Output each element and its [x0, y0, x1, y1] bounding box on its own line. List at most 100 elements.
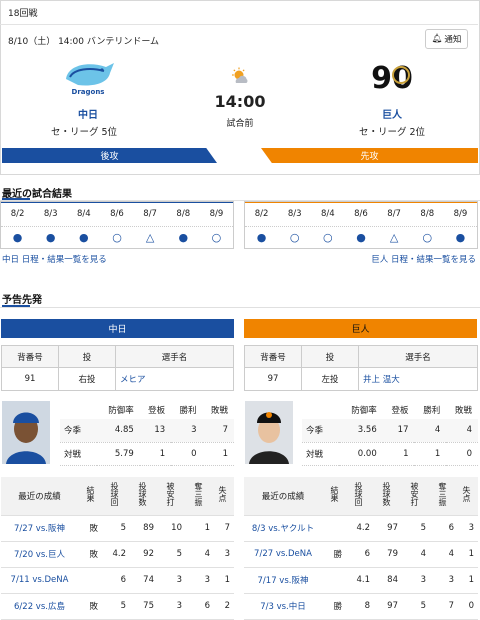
- bell-icon: 🔔︎: [431, 34, 443, 44]
- game-hits: 4: [402, 541, 430, 568]
- result-mark[interactable]: △: [378, 227, 411, 249]
- stat-header: 登板: [391, 406, 409, 416]
- stat-header: 勝利: [423, 406, 441, 416]
- result-mark[interactable]: ●: [34, 227, 67, 249]
- game-runs: 0: [458, 593, 478, 620]
- result-date: 8/3: [287, 209, 302, 219]
- games-header: 奪三振: [194, 482, 203, 507]
- result-mark[interactable]: ●: [245, 227, 278, 249]
- pitcher-throw: 右投: [58, 367, 116, 391]
- pitcher-number: 91: [1, 367, 59, 391]
- home-pitcher-photo[interactable]: [2, 401, 50, 464]
- home-pitcher-name-link[interactable]: メヒア: [120, 375, 146, 385]
- game-runs: 1: [214, 567, 234, 594]
- away-schedule-link[interactable]: 巨人 日程・結果一覧を見る: [371, 253, 476, 265]
- home-result-marks: ● ● ● ○ △ ● ○: [1, 227, 233, 249]
- stat-wins: 1: [414, 442, 447, 466]
- game-pitches: 97: [374, 593, 402, 620]
- game-pitches: 97: [374, 515, 402, 542]
- games-header: 投球回: [110, 482, 119, 507]
- stat-header: 登板: [148, 406, 166, 416]
- game-hits: 5: [402, 515, 430, 542]
- round-label: 18回戦: [8, 9, 38, 19]
- game-hits: 3: [158, 567, 186, 594]
- game-link[interactable]: 6/22 vs.広島: [14, 602, 65, 612]
- home-season-stats: 防御率 登板 勝利 敗戦 今季 4.85 13 3 7 対戦 5.79 1 0 1: [60, 401, 234, 466]
- result-mark[interactable]: ○: [100, 227, 133, 249]
- header-divider: [0, 24, 478, 25]
- result-date: 8/2: [254, 209, 269, 219]
- game-ip: 5: [102, 593, 130, 620]
- games-header: 結果: [330, 486, 339, 503]
- away-pitcher-name-link[interactable]: 井上 温大: [363, 375, 400, 385]
- game-result: 敗: [82, 515, 102, 542]
- game-strikeouts: 6: [430, 515, 458, 542]
- stat-header: 防御率: [108, 406, 134, 416]
- game-strikeouts: 1: [186, 515, 214, 542]
- games-header: 被安打: [410, 482, 419, 507]
- home-pitcher-team: 中日: [108, 325, 127, 335]
- game-ip: 4.2: [346, 515, 374, 542]
- game-strikeouts: 3: [186, 567, 214, 594]
- giants-logo[interactable]: 90: [368, 58, 416, 96]
- game-link[interactable]: 7/27 vs.DeNA: [254, 549, 312, 559]
- game-runs: 1: [458, 541, 478, 568]
- stat-games: 13: [139, 419, 172, 443]
- home-team-name[interactable]: 中日: [58, 106, 118, 121]
- game-link[interactable]: 7/20 vs.巨人: [14, 550, 65, 560]
- game-link[interactable]: 7/11 vs.DeNA: [11, 575, 69, 585]
- weather-icon: [229, 67, 251, 85]
- dragons-logo[interactable]: Dragons: [58, 57, 118, 97]
- game-link[interactable]: 7/27 vs.阪神: [14, 524, 65, 534]
- game-runs: 3: [214, 541, 234, 568]
- result-mark[interactable]: ○: [411, 227, 444, 249]
- result-mark[interactable]: ●: [67, 227, 100, 249]
- game-link[interactable]: 7/17 vs.阪神: [258, 576, 309, 586]
- game-result: [82, 567, 102, 594]
- result-mark[interactable]: ○: [278, 227, 311, 249]
- stat-row-label: 対戦: [60, 442, 97, 466]
- result-date: 8/9: [453, 209, 468, 219]
- away-recent-games: 最近の成績 結果 投球回 投球数 被安打 奪三振 失点 8/3 vs.ヤクルト 4…: [244, 477, 478, 620]
- away-team-rank: セ・リーグ 2位: [358, 127, 426, 138]
- result-mark[interactable]: ●: [167, 227, 200, 249]
- game-link[interactable]: 7/3 vs.中日: [260, 602, 306, 612]
- result-date: 8/2: [10, 209, 25, 219]
- game-result: [326, 515, 346, 542]
- away-pitcher-team-bar: 巨人: [244, 319, 477, 338]
- game-pitches: 92: [130, 541, 158, 568]
- game-ip: 6: [102, 567, 130, 594]
- games-header: 投球数: [138, 482, 147, 507]
- home-schedule-link[interactable]: 中日 日程・結果一覧を見る: [2, 253, 107, 265]
- game-runs: 1: [458, 567, 478, 594]
- games-header: 奪三振: [438, 482, 447, 507]
- result-date: 8/4: [77, 209, 91, 219]
- result-mark[interactable]: ●: [344, 227, 377, 249]
- home-result-dates: 8/2 8/3 8/4 8/6 8/7 8/8 8/9: [1, 202, 233, 227]
- result-date: 8/7: [143, 209, 157, 219]
- result-date: 8/8: [176, 209, 191, 219]
- result-mark[interactable]: ○: [200, 227, 233, 249]
- away-pitcher-photo[interactable]: [245, 401, 293, 464]
- stat-header: 敗戦: [210, 406, 228, 416]
- away-team-name[interactable]: 巨人: [362, 106, 422, 121]
- game-link[interactable]: 8/3 vs.ヤクルト: [252, 524, 314, 534]
- stat-era: 3.56: [339, 419, 383, 443]
- game-runs: 3: [458, 515, 478, 542]
- svg-text:90: 90: [371, 61, 413, 94]
- pitchers-title: 予告先発: [2, 295, 42, 306]
- col-throw: 投: [301, 345, 359, 368]
- result-date: 8/6: [354, 209, 368, 219]
- result-mark[interactable]: ○: [311, 227, 344, 249]
- game-hits: 5: [158, 541, 186, 568]
- game-strikeouts: 6: [186, 593, 214, 620]
- stat-games: 1: [382, 442, 415, 466]
- game-result: [326, 567, 346, 594]
- game-status: 試合前: [226, 119, 254, 129]
- game-result: 勝: [326, 541, 346, 568]
- result-mark[interactable]: △: [134, 227, 167, 249]
- result-mark[interactable]: ●: [1, 227, 34, 249]
- game-runs: 2: [214, 593, 234, 620]
- notify-button[interactable]: 🔔︎ 通知: [425, 29, 468, 49]
- result-mark[interactable]: ●: [444, 227, 477, 249]
